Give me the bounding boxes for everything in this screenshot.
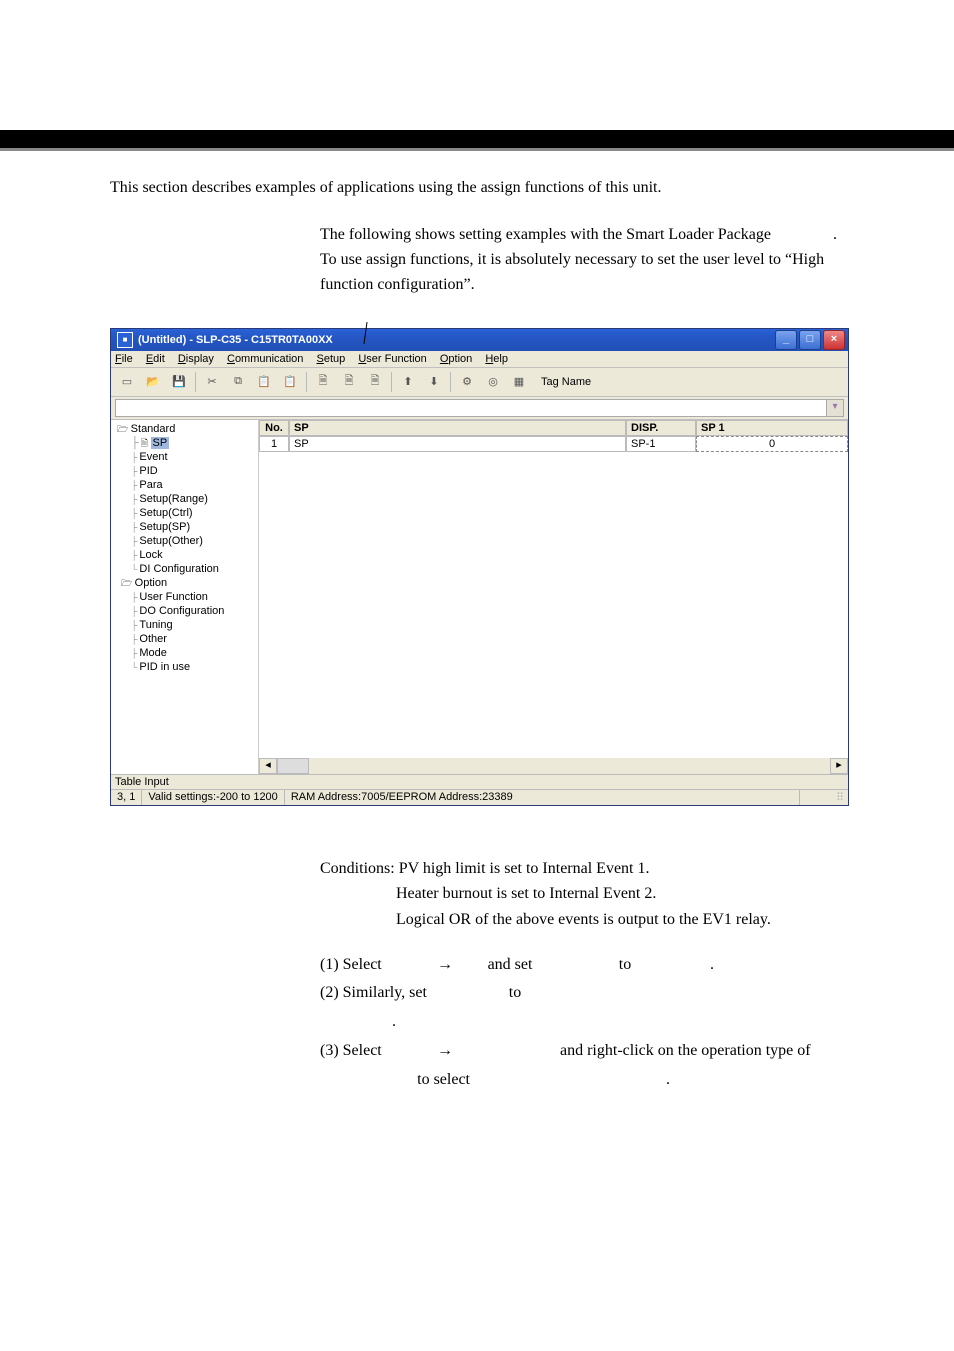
tree-setup-sp[interactable]: Setup(SP) <box>131 520 256 534</box>
para1-tail: . <box>833 226 837 243</box>
cond-1: PV high limit is set to Internal Event 1… <box>399 860 650 877</box>
step3-toselect: to select <box>320 1066 470 1095</box>
statusbar: 3, 1 Valid settings:-200 to 1200 RAM Add… <box>111 789 848 805</box>
tree-pid-in-use[interactable]: PID in use <box>131 660 256 674</box>
tree-pid[interactable]: PID <box>131 464 256 478</box>
tree-sp[interactable]: SP <box>131 436 256 450</box>
step3-rightclick: and right-click on the operation type of <box>560 1037 811 1066</box>
address-bar[interactable]: ▾ <box>115 399 844 417</box>
status-table-input: Table Input <box>111 774 848 789</box>
para2: To use assign functions, it is absolutel… <box>320 251 824 293</box>
new-icon[interactable]: ▭ <box>115 370 139 394</box>
titlebar[interactable]: ■ (Untitled) - SLP-C35 - C15TR0TA00XX _ … <box>111 329 848 351</box>
menu-edit[interactable]: Edit <box>146 353 165 365</box>
menu-setup[interactable]: Setup <box>316 353 345 365</box>
step1-select: (1) Select <box>320 951 410 980</box>
maximize-button[interactable]: □ <box>799 330 821 350</box>
tree-para[interactable]: Para <box>131 478 256 492</box>
tree-lock[interactable]: Lock <box>131 548 256 562</box>
close-button[interactable]: × <box>823 330 845 350</box>
step1-to: to <box>550 951 700 980</box>
scroll-right-icon[interactable]: ▸ <box>830 758 848 774</box>
para1: The following shows setting examples wit… <box>320 226 771 243</box>
menu-option[interactable]: Option <box>440 353 472 365</box>
cell-sp[interactable]: SP <box>289 436 626 452</box>
paste-icon[interactable]: 📋 <box>252 370 276 394</box>
intro-text: This section describes examples of appli… <box>110 177 854 199</box>
doc3-icon[interactable]: 🗎 <box>363 370 387 394</box>
save-icon[interactable]: 💾 <box>167 370 191 394</box>
tree-setup-other[interactable]: Setup(Other) <box>131 534 256 548</box>
h-scrollbar[interactable]: ◂ ▸ <box>259 758 848 774</box>
window-title: (Untitled) - SLP-C35 - C15TR0TA00XX <box>138 334 333 346</box>
step1-dot: . <box>710 951 714 980</box>
tree-setup-ctrl[interactable]: Setup(Ctrl) <box>131 506 256 520</box>
addr-drop-icon[interactable]: ▾ <box>826 400 843 416</box>
upload-icon[interactable]: ⬆ <box>396 370 420 394</box>
grid-body[interactable] <box>259 452 848 758</box>
tool1-icon[interactable]: ⚙ <box>455 370 479 394</box>
step2-set: (2) Similarly, set <box>320 979 450 1008</box>
tree-panel: Standard SP Event PID Para Setup(Range) … <box>111 420 259 774</box>
col-sp[interactable]: SP <box>289 420 626 436</box>
col-disp[interactable]: DISP. <box>626 420 696 436</box>
app-window: ■ (Untitled) - SLP-C35 - C15TR0TA00XX _ … <box>110 328 849 806</box>
step2-to: to <box>460 979 570 1008</box>
doc1-icon[interactable]: 🗎 <box>311 370 335 394</box>
arrow-icon-2: → <box>420 1037 470 1066</box>
tool2-icon[interactable]: ◎ <box>481 370 505 394</box>
tree-event[interactable]: Event <box>131 450 256 464</box>
cell-no[interactable]: 1 <box>259 436 289 452</box>
grid-header: No. SP DISP. SP 1 <box>259 420 848 436</box>
download-icon[interactable]: ⬇ <box>422 370 446 394</box>
col-no[interactable]: No. <box>259 420 289 436</box>
doc2-icon[interactable]: 🗎 <box>337 370 361 394</box>
tree-tuning[interactable]: Tuning <box>131 618 256 632</box>
conditions-label: Conditions: <box>320 860 399 877</box>
tree-setup-range[interactable]: Setup(Range) <box>131 492 256 506</box>
resize-grip-icon[interactable]: ⠿ <box>800 790 848 805</box>
scroll-thumb[interactable] <box>277 758 309 774</box>
cond-3: Logical OR of the above events is output… <box>396 907 854 933</box>
step3-dot: . <box>480 1066 670 1095</box>
status-valid: Valid settings:-200 to 1200 <box>142 790 284 805</box>
open-icon[interactable]: 📂 <box>141 370 165 394</box>
tree-standard[interactable]: Standard <box>117 422 256 436</box>
cond-2: Heater burnout is set to Internal Event … <box>396 881 854 907</box>
grid-row[interactable]: 1 SP SP-1 0 <box>259 436 848 452</box>
tree-mode[interactable]: Mode <box>131 646 256 660</box>
app-icon: ■ <box>117 332 133 348</box>
menu-help[interactable]: Help <box>485 353 508 365</box>
paste2-icon[interactable]: 📋 <box>278 370 302 394</box>
tree-user-function[interactable]: User Function <box>131 590 256 604</box>
minimize-button[interactable]: _ <box>775 330 797 350</box>
tool3-icon[interactable]: ▦ <box>507 370 531 394</box>
toolbar: ▭ 📂 💾 ✂ ⧉ 📋 📋 🗎 🗎 🗎 ⬆ ⬇ ⚙ ◎ ▦ Tag Name <box>111 368 848 397</box>
status-cell: 3, 1 <box>111 790 142 805</box>
cell-disp[interactable]: SP-1 <box>626 436 696 452</box>
tree-do-config[interactable]: DO Configuration <box>131 604 256 618</box>
menu-display[interactable]: Display <box>178 353 214 365</box>
copy-icon[interactable]: ⧉ <box>226 370 250 394</box>
menu-userfunction[interactable]: User Function <box>358 353 426 365</box>
tree-di-config[interactable]: DI Configuration <box>131 562 256 576</box>
step3-select: (3) Select <box>320 1037 410 1066</box>
chapter-topbar <box>0 130 954 151</box>
step1-andset: and set <box>480 951 540 980</box>
menu-communication[interactable]: Communication <box>227 353 303 365</box>
grid-panel: No. SP DISP. SP 1 1 SP SP-1 0 ◂ ▸ <box>259 420 848 774</box>
step2-dot: . <box>392 1008 396 1037</box>
status-ram: RAM Address:7005/EEPROM Address:23389 <box>285 790 800 805</box>
tagname-label: Tag Name <box>541 376 591 388</box>
menubar: FFileile Edit Display Communication Setu… <box>111 351 848 368</box>
tree-option-folder[interactable]: Option <box>121 576 256 590</box>
scroll-left-icon[interactable]: ◂ <box>259 758 277 774</box>
col-sp1[interactable]: SP 1 <box>696 420 848 436</box>
menu-file[interactable]: FFileile <box>115 353 133 365</box>
tree-other[interactable]: Other <box>131 632 256 646</box>
arrow-icon: → <box>420 951 470 980</box>
cut-icon[interactable]: ✂ <box>200 370 224 394</box>
cell-sp1[interactable]: 0 <box>696 436 848 452</box>
